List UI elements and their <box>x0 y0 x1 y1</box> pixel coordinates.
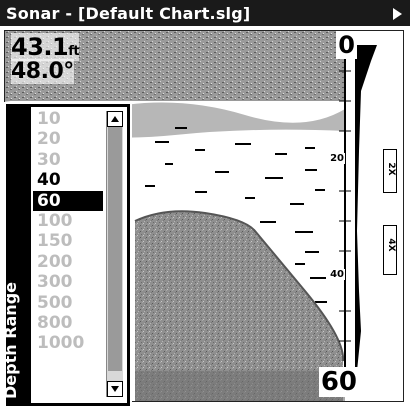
temperature-readout: 48.0° <box>11 59 74 84</box>
depth-range-option[interactable]: 20 <box>33 129 103 149</box>
depth-range-option[interactable]: 800 <box>33 313 103 333</box>
depth-range-option[interactable]: 40 <box>33 170 103 190</box>
scroll-thumb[interactable] <box>108 127 122 371</box>
scale-bottom-label: 60 <box>318 367 359 397</box>
depth-range-option[interactable]: 300 <box>33 272 103 292</box>
depth-range-option[interactable]: 150 <box>33 231 103 251</box>
scroll-down-arrow-icon[interactable] <box>107 381 123 397</box>
zoom-4x-label: 4X <box>386 238 396 252</box>
menu-scrollbar[interactable] <box>106 111 123 397</box>
scale-mid-label: 40 <box>329 269 345 280</box>
depth-range-menu-label: Depth Range <box>1 281 20 399</box>
title-bar: Sonar - [Default Chart.slg] <box>0 0 410 26</box>
zoom-4x-indicator[interactable]: 4X <box>383 225 397 275</box>
sonar-screen: Sonar - [Default Chart.slg] 43.1ft 48.0°… <box>0 0 410 406</box>
zoom-2x-indicator[interactable]: 2X <box>383 149 397 193</box>
scale-top-label: 0 <box>336 31 357 59</box>
depth-range-list[interactable]: 10 20 30 40 60 100 150 200 300 500 800 1000 <box>33 109 103 354</box>
depth-value: 43.1 <box>11 33 69 61</box>
zoom-2x-label: 2X <box>386 162 396 176</box>
depth-range-option[interactable]: 1000 <box>33 333 103 353</box>
scale-mid-label: 20 <box>329 153 345 164</box>
zoom-bar[interactable]: 2X 4X <box>383 149 397 319</box>
depth-range-option[interactable]: 100 <box>33 211 103 231</box>
depth-range-option[interactable]: 10 <box>33 109 103 129</box>
depth-unit: ft <box>68 44 80 59</box>
depth-readout: 43.1ft <box>11 33 80 61</box>
window-title: Sonar - [Default Chart.slg] <box>6 4 251 23</box>
depth-range-option[interactable]: 200 <box>33 252 103 272</box>
depth-range-option[interactable]: 30 <box>33 150 103 170</box>
depth-range-menu-label-bar: Depth Range <box>1 107 31 403</box>
depth-range-option[interactable]: 500 <box>33 293 103 313</box>
scroll-up-arrow-icon[interactable] <box>107 111 123 127</box>
depth-range-option[interactable]: 60 <box>33 190 103 211</box>
depth-range-menu[interactable]: Depth Range 10 20 30 40 60 100 150 200 300 500 800… <box>1 104 130 406</box>
play-arrow-icon[interactable] <box>393 8 402 20</box>
